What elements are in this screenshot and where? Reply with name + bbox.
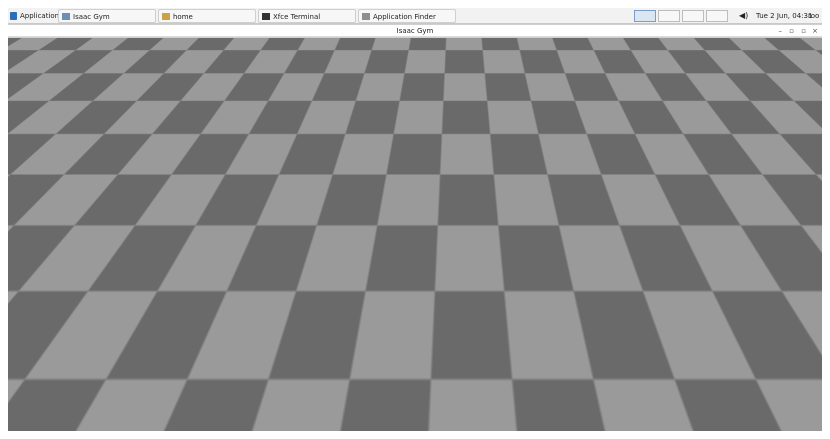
body-item-rtib[interactable]: ▶ rtib — [13, 325, 165, 338]
body-label: lhip — [33, 233, 46, 242]
check-only-env[interactable]: Show only selected env — [13, 118, 104, 130]
applications-label: Applications — [20, 12, 63, 20]
folder-icon — [162, 13, 170, 20]
window-title: Isaac Gym — [396, 27, 434, 35]
body-item-ltib[interactable]: ▶ ltib — [13, 262, 165, 275]
chevron-down-icon: ▼ — [109, 139, 114, 146]
actor-row: pf2 ▼ Actor — [13, 137, 165, 149]
tab-viewer[interactable]: Viewer — [89, 56, 127, 67]
task-label: Application Finder — [373, 13, 436, 21]
body-label: rfoot — [33, 342, 49, 351]
taskbar: Applications Isaac Gym home Xfce Termina… — [8, 8, 822, 24]
workspace-4[interactable] — [706, 10, 728, 22]
body-item-torso[interactable]: ▶ torso — [13, 216, 165, 228]
window-scrollbar[interactable] — [816, 38, 822, 431]
minimize-icon[interactable]: – — [779, 25, 783, 37]
clock[interactable]: Tue 2 Jun, 04:31 — [756, 9, 812, 23]
check-env-outline[interactable]: Show selected env outline — [13, 102, 113, 114]
window-titlebar[interactable]: Isaac Gym – ▫ ▫ × — [8, 25, 822, 37]
panel-tabs: Actors Sim Viewer Perf — [13, 56, 165, 67]
applications-menu[interactable]: Applications — [10, 9, 63, 23]
workspace-3[interactable] — [682, 10, 704, 22]
actor-label: Actor — [121, 139, 139, 147]
env-decrement-button[interactable]: - — [93, 71, 103, 82]
task-home[interactable]: home — [158, 9, 256, 23]
checkbox[interactable] — [13, 103, 23, 113]
task-label: Xfce Terminal — [273, 13, 321, 21]
user-name[interactable]: roo — [808, 9, 819, 23]
expand-icon[interactable]: ▶ — [17, 341, 22, 353]
expand-icon[interactable]: ▶ — [17, 278, 22, 290]
actor-value: pf2 — [16, 138, 27, 146]
checkbox[interactable] — [13, 88, 23, 98]
custom-color-row[interactable]: Custom actor color — [13, 153, 89, 165]
tab-perf[interactable]: Perf — [129, 56, 165, 67]
environment-row: 0 - + Environment — [13, 71, 165, 83]
desktop-screen: Applications Isaac Gym home Xfce Termina… — [8, 8, 822, 431]
task-label: Isaac Gym — [73, 13, 110, 21]
isaac-gym-panel: ▼ Isaac Gym ✕ Actors Sim Viewer Perf 0 -… — [9, 39, 169, 353]
body-label: rtib — [33, 327, 45, 336]
body-item-lfem[interactable]: ▶ lfem — [13, 247, 165, 260]
check-label: Show selected env axes — [26, 89, 106, 97]
tab-bodies[interactable]: Bodies — [13, 185, 43, 196]
body-label: ltib — [33, 264, 44, 273]
close-icon[interactable]: ✕ — [158, 39, 165, 48]
shade-icon[interactable]: ▫ — [789, 25, 794, 37]
task-isaac-gym[interactable]: Isaac Gym — [58, 9, 156, 23]
expand-icon[interactable]: ▶ — [17, 247, 22, 259]
panel-title: Isaac Gym — [71, 40, 107, 48]
expand-icon[interactable]: ▶ — [17, 310, 22, 322]
maximize-icon[interactable]: ▫ — [801, 25, 806, 37]
actor-select[interactable]: pf2 ▼ — [13, 137, 117, 148]
workspace-2[interactable] — [658, 10, 680, 22]
check-env-axes[interactable]: Show selected env axes — [13, 87, 105, 99]
expand-icon[interactable]: ▶ — [17, 325, 22, 337]
tab-sim[interactable]: Sim — [53, 56, 87, 67]
expand-icon[interactable]: ▶ — [17, 232, 22, 244]
body-item-rfoot[interactable]: ▶ rfoot — [13, 340, 165, 353]
scrollbar-thumb[interactable] — [816, 188, 822, 228]
task-terminal[interactable]: Xfce Terminal — [258, 9, 356, 23]
checkbox[interactable] — [13, 119, 23, 129]
panel-header[interactable]: ▼ Isaac Gym ✕ — [9, 39, 169, 51]
task-label: home — [173, 13, 193, 21]
body-item-lhip[interactable]: ▶ lhip — [13, 231, 165, 244]
color-swatch[interactable] — [13, 154, 23, 164]
tab-actors[interactable]: Actors — [13, 56, 51, 67]
reset-materials-button[interactable]: Reset Actor Materials — [13, 169, 92, 180]
env-increment-button[interactable]: + — [105, 71, 115, 82]
body-label: rhip — [33, 296, 46, 304]
body-label: lfem — [33, 249, 48, 258]
volume-icon[interactable]: ◀) — [739, 9, 748, 23]
checkbox[interactable] — [13, 201, 23, 211]
expand-icon[interactable]: ▶ — [17, 216, 22, 228]
custom-color-label: Custom actor color — [26, 155, 89, 163]
task-app-finder[interactable]: Application Finder — [358, 9, 456, 23]
body-label: lfoot — [33, 280, 48, 289]
body-label: rfem — [33, 311, 49, 320]
expand-icon[interactable]: ▶ — [17, 263, 22, 275]
body-item-rfem[interactable]: ▶ rfem — [13, 309, 165, 322]
body-item-lfoot[interactable]: ▶ lfoot — [13, 278, 165, 291]
check-label: Show only selected env — [26, 120, 104, 128]
body-subtabs: Bodies DOFs Pose Override — [13, 185, 165, 196]
environment-label: Environment — [118, 73, 161, 81]
terminal-icon — [262, 13, 270, 20]
tab-dofs[interactable]: DOFs — [45, 185, 73, 196]
search-icon — [362, 13, 370, 20]
expand-icon[interactable]: ▶ — [17, 294, 22, 306]
show-body-indices-label: Show body indices — [26, 202, 88, 210]
workspace-1[interactable] — [634, 10, 656, 22]
window-icon — [62, 13, 70, 20]
environment-input[interactable]: 0 — [13, 71, 91, 82]
close-icon[interactable]: × — [812, 25, 818, 37]
tab-pose-override[interactable]: Pose Override — [75, 185, 127, 196]
check-label: Show selected env outline — [26, 104, 113, 112]
body-item-rhip[interactable]: ▶ rhip — [13, 294, 165, 306]
xfce-logo-icon — [10, 12, 17, 20]
watermark: 掘金技术社区 @ OpenBayes贝式计算 — [549, 402, 810, 420]
show-body-indices-row[interactable]: Show body indices — [13, 200, 87, 212]
body-label: torso — [33, 218, 50, 226]
